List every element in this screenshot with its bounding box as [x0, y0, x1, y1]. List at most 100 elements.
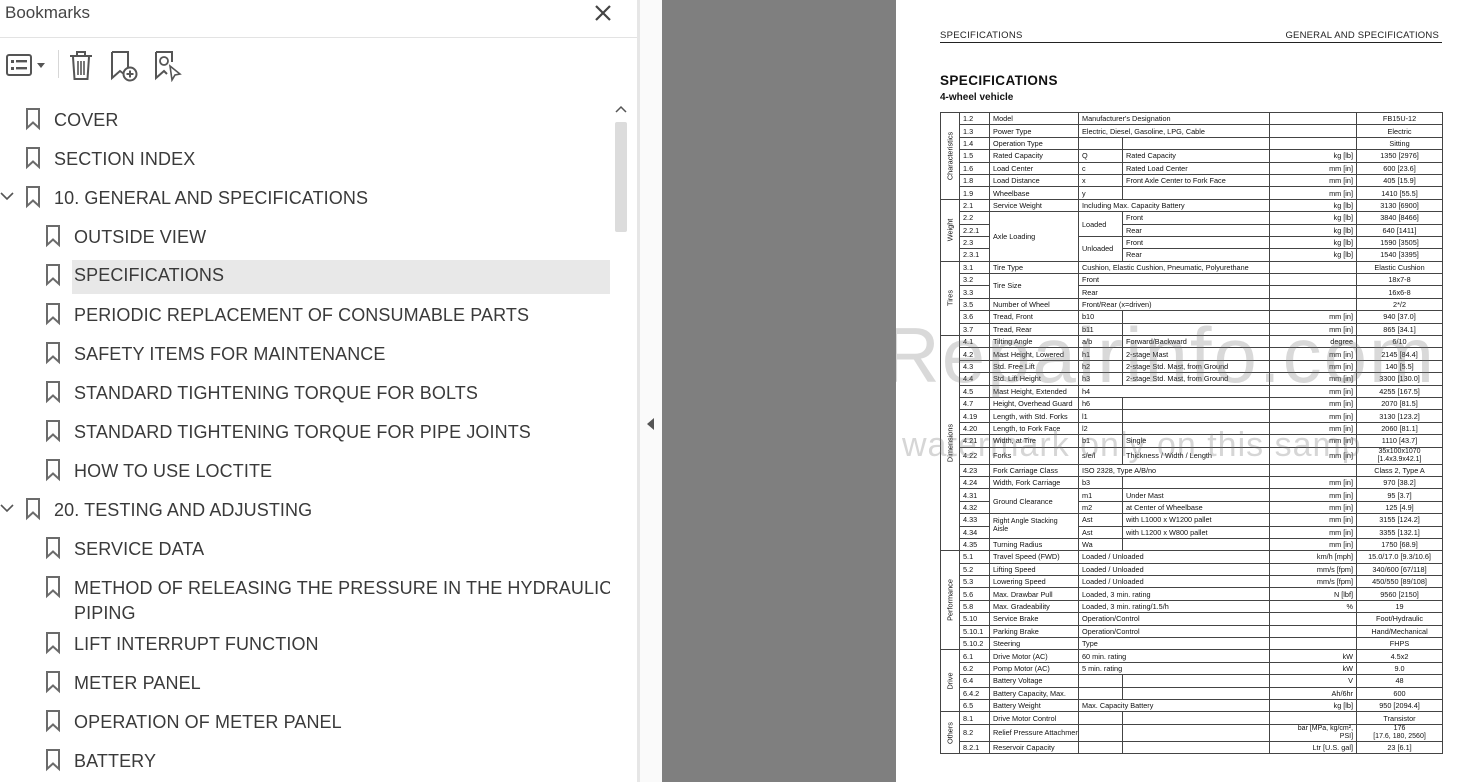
spec-symbol: m1	[1078, 488, 1123, 502]
find-bookmark-icon[interactable]	[152, 48, 184, 83]
spec-cell-text: 4.24	[963, 478, 978, 488]
bookmark-battery[interactable]: BATTERY	[0, 743, 610, 775]
spec-value: 125 [4.9]	[1356, 500, 1444, 515]
collapse-panel-icon[interactable]	[645, 416, 657, 432]
bookmark-safety-items[interactable]: SAFETY ITEMS FOR MAINTENANCE	[0, 336, 610, 368]
spec-cell-text: 95 [3.7]	[1387, 490, 1412, 500]
spec-value: 2060 [81.1]	[1356, 421, 1444, 436]
spec-cell-text: mm [in]	[1329, 324, 1354, 334]
spec-value: 600 [23.6]	[1356, 161, 1444, 175]
spec-unit: %	[1269, 599, 1358, 614]
spec-symbol	[1078, 674, 1123, 688]
spec-name: Length, with Std. Forks	[989, 409, 1079, 423]
spec-cell-text: h1	[1082, 349, 1091, 359]
spec-value: 2070 [81.5]	[1356, 396, 1444, 411]
spec-cell-text: 6.1	[963, 651, 974, 661]
bookmark-options-icon[interactable]	[4, 48, 48, 82]
bookmark-outside-view[interactable]: OUTSIDE VIEW	[0, 219, 610, 251]
spec-cell-text: 1.2	[963, 114, 974, 124]
spec-cell-text: 4.5x2	[1390, 651, 1409, 661]
bookmark-operation-meter-panel[interactable]: OPERATION OF METER PANEL	[0, 704, 610, 736]
spec-cell-text: l1	[1082, 411, 1088, 421]
chevron-down-icon[interactable]	[0, 188, 16, 204]
spec-cell-text: Steering	[993, 639, 1021, 649]
spec-name: Tire Size	[989, 273, 1079, 299]
spec-value: 1540 [3395]	[1356, 248, 1444, 262]
spec-unit	[1269, 136, 1358, 151]
spec-unit	[1269, 297, 1358, 312]
spec-cell-text: l2	[1082, 423, 1088, 433]
add-bookmark-icon[interactable]	[108, 48, 140, 82]
bookmark-label: METHOD OF RELEASING THE PRESSURE IN THE …	[74, 578, 610, 598]
spec-row: 3.2 Tire Size Front 18x7-8	[941, 273, 1444, 299]
spec-cell-text: km/h [mph]	[1316, 552, 1354, 562]
spec-cell-text: x	[1082, 176, 1086, 186]
page-header-left: SPECIFICATIONS	[940, 30, 1023, 41]
spec-row: Others 8.1 Drive Motor Control Transistor	[940, 711, 1444, 755]
scroll-thumb[interactable]	[615, 122, 627, 232]
spec-no: 2.2	[959, 211, 990, 225]
spec-condition	[1121, 711, 1271, 725]
spec-name: Service Brake	[989, 612, 1079, 626]
bookmark-torque-bolts[interactable]: STANDARD TIGHTENING TORQUE FOR BOLTS	[0, 375, 610, 407]
pane-divider[interactable]	[640, 0, 662, 782]
spec-cell-text: h3	[1082, 374, 1091, 384]
bookmark-loctite[interactable]: HOW TO USE LOCTITE	[0, 453, 610, 485]
bookmark-testing-and-adjusting[interactable]: 20. TESTING AND ADJUSTING	[0, 492, 610, 524]
bookmark-releasing-pressure[interactable]: METHOD OF RELEASING THE PRESSURE IN THE …	[0, 570, 610, 626]
spec-unit: mm [in]	[1269, 475, 1358, 490]
scroll-up-icon[interactable]	[611, 100, 631, 118]
panel-title: Bookmarks	[5, 3, 91, 22]
spec-row: 3.5 Number of Wheel Front/Rear (x=driven) 2…	[941, 297, 1444, 312]
spec-cell-text: mm [in]	[1329, 540, 1354, 550]
spec-cell-text: Mast Height, Extended	[993, 386, 1067, 396]
spec-cell-text: Length, with Std. Forks	[993, 411, 1068, 421]
spec-cell-text: Front	[1126, 213, 1144, 223]
bookmark-periodic-replacement[interactable]: PERIODIC REPLACEMENT OF CONSUMABLE PARTS	[0, 297, 610, 329]
spec-value: 640 [1411]	[1356, 223, 1444, 237]
spec-unit: kW	[1269, 661, 1358, 676]
bookmark-torque-pipe-joints[interactable]: STANDARD TIGHTENING TORQUE FOR PIPE JOIN…	[0, 414, 610, 446]
spec-cell-text: 865 [34.1]	[1383, 324, 1416, 334]
spec-condition: 2-stage Mast	[1121, 347, 1271, 361]
spec-condition: Single	[1121, 434, 1271, 448]
bookmark-lift-interrupt[interactable]: LIFT INTERRUPT FUNCTION	[0, 626, 610, 658]
spec-value: 405 [15.9]	[1356, 173, 1444, 188]
spec-unit: mm [in]	[1269, 500, 1358, 515]
spec-name: Ground Clearance	[989, 488, 1079, 515]
spec-name: Right Angle Stacking Aisle	[989, 513, 1079, 539]
spec-condition: Rear	[1121, 248, 1271, 262]
spec-condition: Type	[1077, 636, 1271, 651]
chevron-down-icon[interactable]	[0, 500, 16, 516]
spec-row: 2.2 Axle Loading Loaded Front kg [lb] 3840 [8…	[941, 211, 1444, 262]
spec-no: 4.32	[959, 500, 990, 515]
spec-unit: mm [in]	[1269, 525, 1358, 539]
close-icon[interactable]	[588, 0, 618, 26]
spec-cell-text: 1.5	[963, 151, 974, 161]
spec-cell-text: Tread, Rear	[993, 324, 1032, 334]
spec-cell-text: 2.3	[963, 238, 974, 248]
bookmark-specifications[interactable]: SPECIFICATIONS	[72, 260, 610, 294]
spec-condition: Front/Rear (x=driven)	[1077, 297, 1271, 312]
bookmark-cover[interactable]: COVER	[0, 102, 610, 134]
spec-cell-text: 970 [38.2]	[1383, 478, 1416, 488]
spec-value: 35x100x1070 [1.4x3.9x42.1]	[1356, 446, 1444, 465]
spec-group-label: Tires	[940, 260, 960, 337]
bookmark-icon	[44, 341, 62, 365]
bookmark-service-data[interactable]: SERVICE DATA	[0, 531, 610, 563]
spec-symbol: b1	[1078, 434, 1123, 448]
bookmark-general-and-specifications[interactable]: 10. GENERAL AND SPECIFICATIONS	[0, 180, 610, 212]
spec-row: 1.5 Rated Capacity Q Rated Capacity kg [lb] 1…	[941, 149, 1444, 163]
spec-condition: h4	[1077, 384, 1271, 399]
trash-icon[interactable]	[66, 48, 96, 82]
spec-cell-text: Tilting Angle	[993, 337, 1033, 347]
spec-cell-text: mm [in]	[1329, 163, 1354, 173]
spec-value: 9.0	[1356, 661, 1444, 676]
bookmarks-scrollbar[interactable]	[611, 98, 631, 782]
spec-row: 5.6 Max. Drawbar Pull Loaded, 3 min. ratin…	[941, 587, 1444, 601]
spec-condition: Front	[1121, 235, 1271, 250]
spec-cell-text: 5.2	[963, 564, 974, 574]
bookmark-section-index[interactable]: SECTION INDEX	[0, 141, 610, 173]
bookmark-meter-panel[interactable]: METER PANEL	[0, 665, 610, 697]
spec-cell-text: 23 [6.1]	[1387, 742, 1412, 752]
